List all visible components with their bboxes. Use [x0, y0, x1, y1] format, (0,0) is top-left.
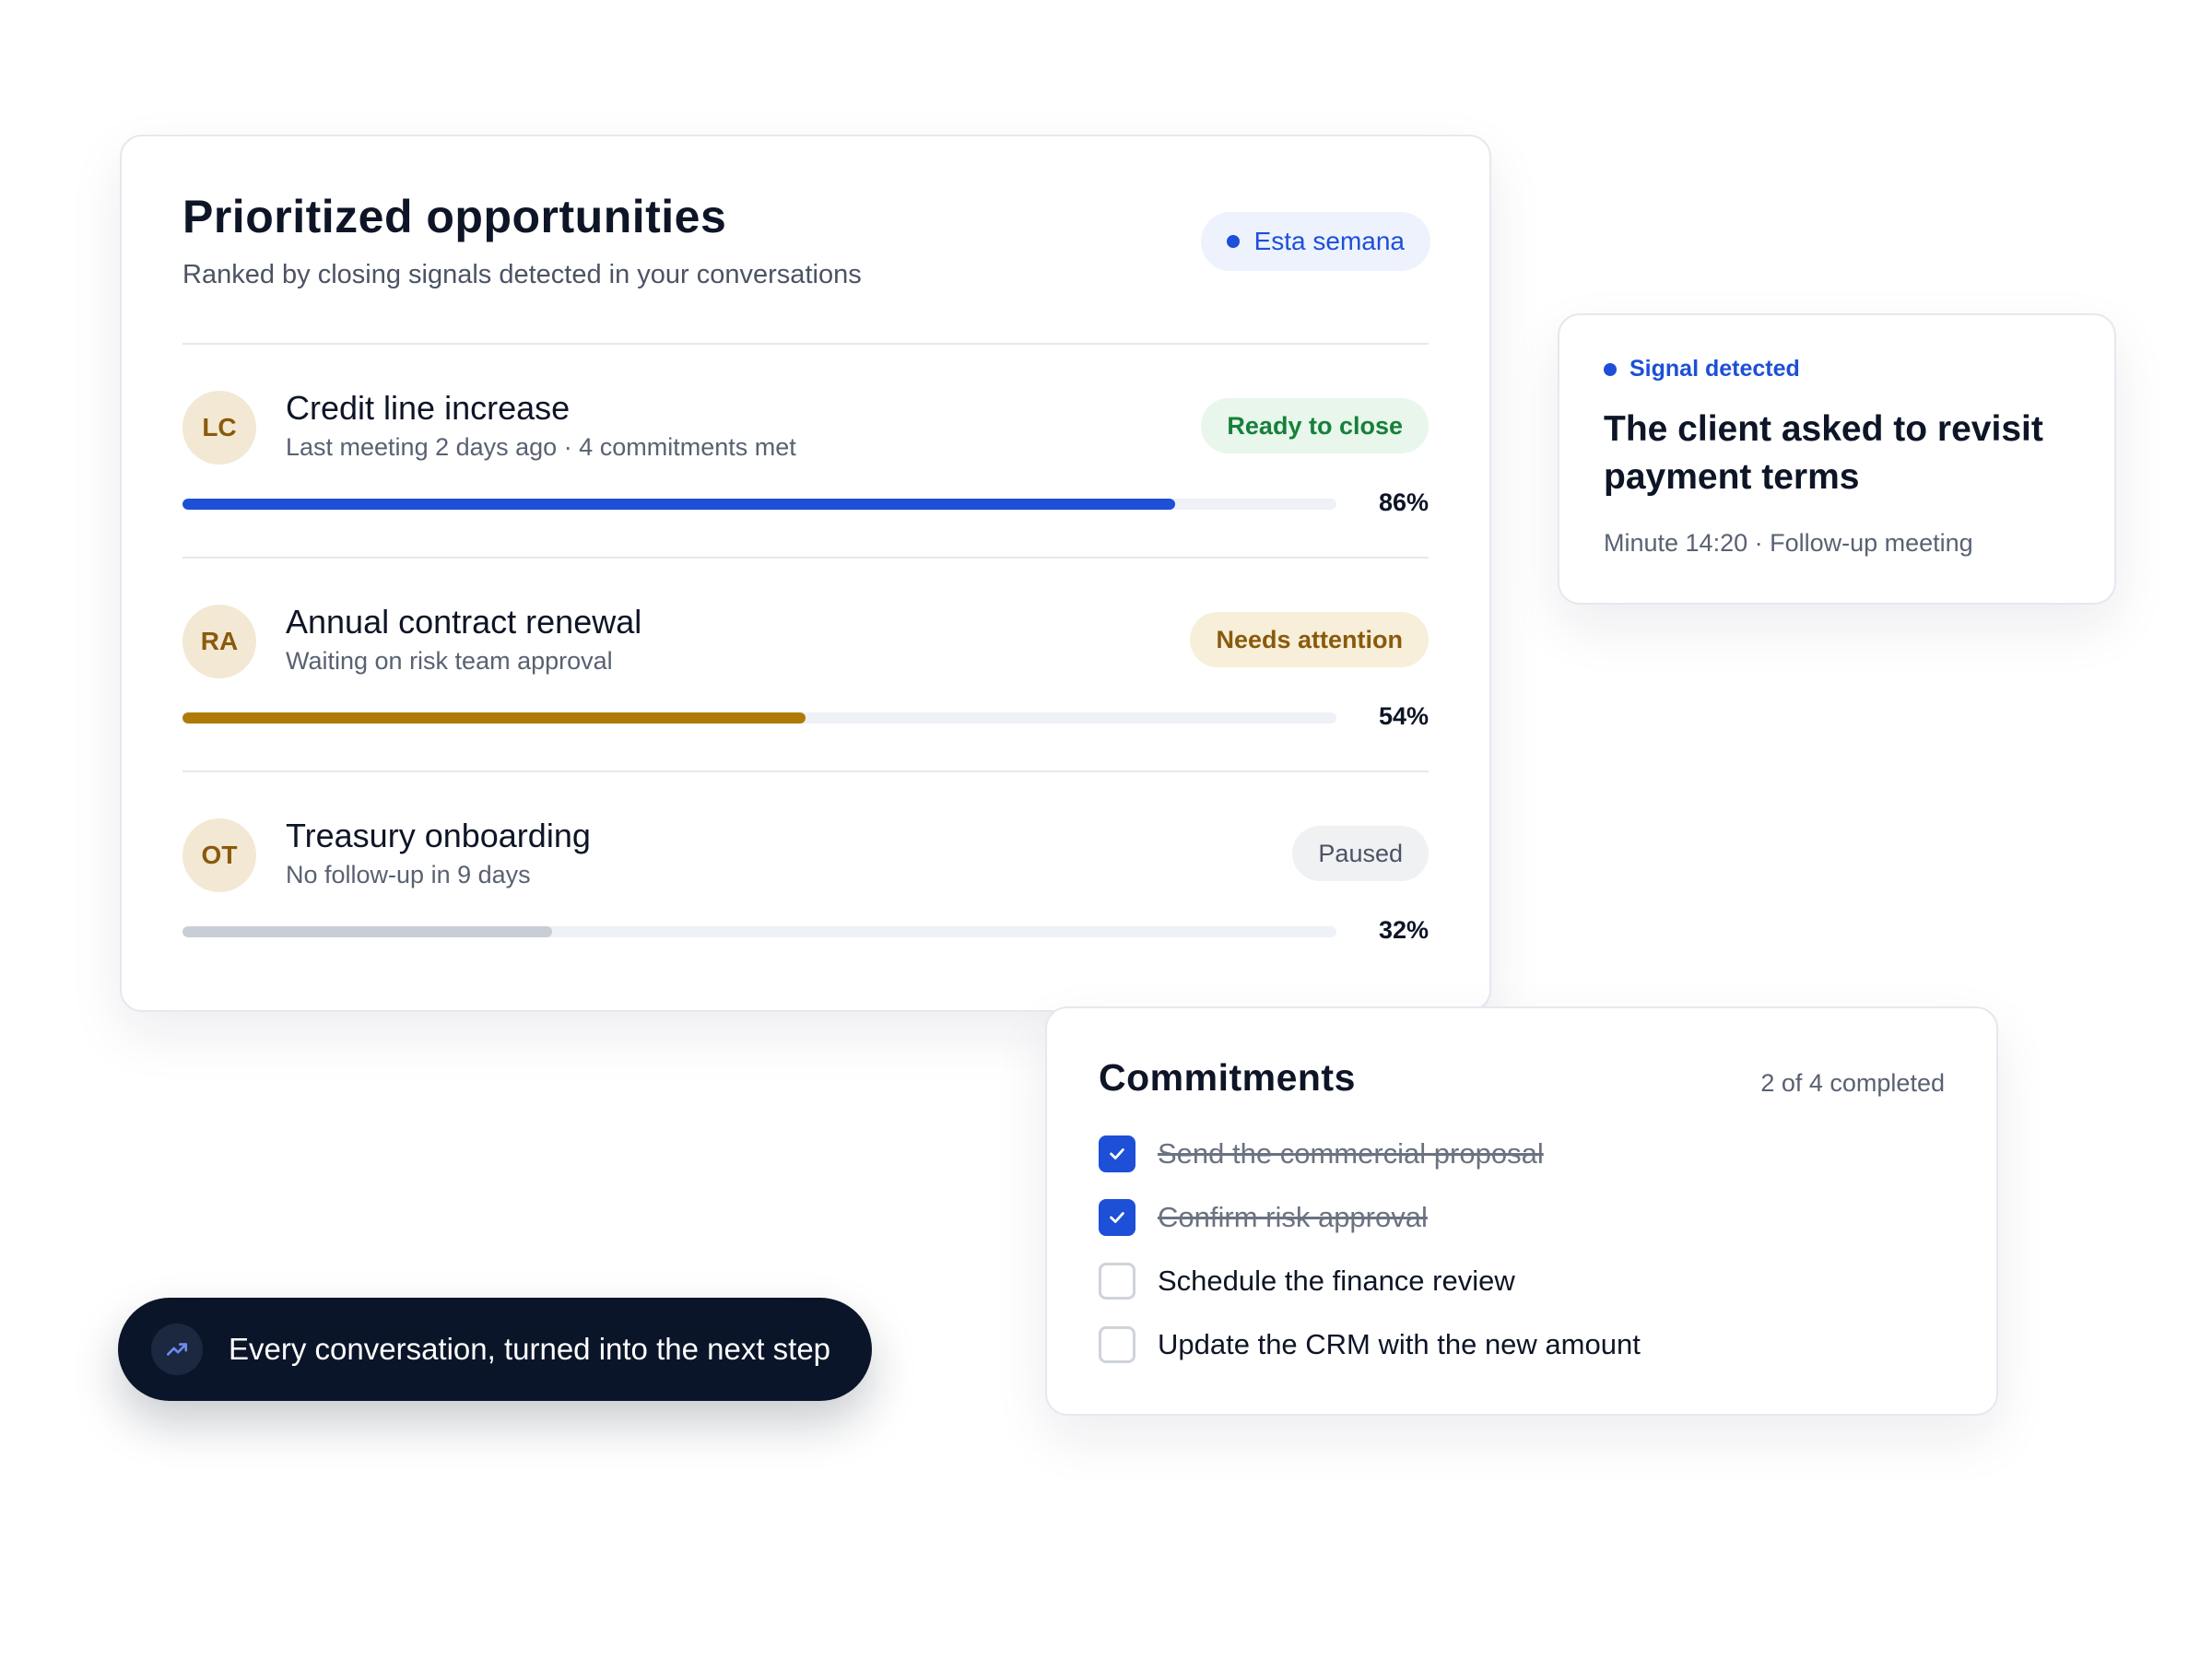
divider: [182, 557, 1429, 559]
opportunity-title: Credit line increase: [286, 389, 571, 427]
opportunity-meta: No follow-up in 9 days: [286, 861, 531, 888]
banner-text: Every conversation, turned into the next…: [229, 1332, 831, 1366]
signal-dot-icon: [1604, 362, 1617, 376]
commitment-text: Send the commercial proposal: [1158, 1137, 1544, 1170]
status-badge: Ready to close: [1201, 398, 1429, 453]
opportunity-row[interactable]: OT Treasury onboarding No follow-up in 9…: [182, 817, 1429, 984]
checkbox-checked[interactable]: [1099, 1199, 1135, 1236]
opportunity-title: Annual contract renewal: [286, 603, 642, 641]
progress-track: [182, 499, 1336, 510]
commitment-item[interactable]: Send the commercial proposal: [1099, 1134, 1544, 1174]
signal-meta: Minute 14:20 · Follow-up meeting: [1604, 529, 1973, 557]
commitment-item[interactable]: Update the CRM with the new amount: [1099, 1324, 1641, 1365]
opportunities-title: Prioritized opportunities: [182, 191, 727, 242]
signal-label-text: Signal detected: [1630, 356, 1800, 382]
tagline-banner: Every conversation, turned into the next…: [118, 1298, 872, 1401]
avatar: LC: [182, 391, 256, 465]
commitment-item[interactable]: Schedule the finance review: [1099, 1261, 1515, 1301]
avatar: RA: [182, 605, 256, 678]
commitments-count: 2 of 4 completed: [1760, 1069, 1945, 1097]
status-badge: Paused: [1292, 826, 1429, 881]
commitment-text: Schedule the finance review: [1158, 1265, 1515, 1297]
commitment-text: Update the CRM with the new amount: [1158, 1328, 1641, 1360]
commitments-title: Commitments: [1099, 1056, 1356, 1099]
signal-title: The client asked to revisit payment term…: [1604, 409, 2043, 497]
period-filter-button[interactable]: Esta semana: [1200, 212, 1430, 271]
progress-fill: [182, 926, 552, 937]
opportunities-card: Prioritized opportunities Ranked by clos…: [120, 135, 1491, 1012]
commitments-card: Commitments 2 of 4 completed Send the co…: [1045, 1006, 1998, 1416]
divider: [182, 771, 1429, 772]
progress-fill: [182, 712, 806, 724]
period-label: Esta semana: [1253, 227, 1405, 255]
signal-label: Signal detected: [1604, 356, 1800, 382]
checkbox[interactable]: [1099, 1326, 1135, 1363]
opportunities-subtitle: Ranked by closing signals detected in yo…: [182, 260, 862, 289]
progress-track: [182, 712, 1336, 724]
opportunity-row[interactable]: RA Annual contract renewal Waiting on ri…: [182, 603, 1429, 771]
opportunity-row[interactable]: LC Credit line increase Last meeting 2 d…: [182, 389, 1429, 557]
progress-fill: [182, 499, 1175, 510]
opportunity-meta: Waiting on risk team approval: [286, 647, 613, 675]
opportunity-title: Treasury onboarding: [286, 817, 591, 854]
avatar: OT: [182, 818, 256, 892]
divider: [182, 343, 1429, 345]
commitment-text: Confirm risk approval: [1158, 1201, 1428, 1233]
progress-percent: 86%: [1378, 488, 1429, 516]
checkbox-checked[interactable]: [1099, 1135, 1135, 1172]
commitment-item[interactable]: Confirm risk approval: [1099, 1197, 1428, 1238]
progress-percent: 54%: [1378, 702, 1429, 730]
checkbox[interactable]: [1099, 1263, 1135, 1300]
signal-card[interactable]: Signal detected The client asked to revi…: [1558, 313, 2116, 605]
progress-track: [182, 926, 1336, 937]
period-dot-icon: [1226, 235, 1240, 248]
opportunity-meta: Last meeting 2 days ago · 4 commitments …: [286, 433, 796, 461]
trending-up-icon: [151, 1324, 203, 1375]
progress-percent: 32%: [1378, 916, 1429, 944]
status-badge: Needs attention: [1190, 612, 1429, 667]
